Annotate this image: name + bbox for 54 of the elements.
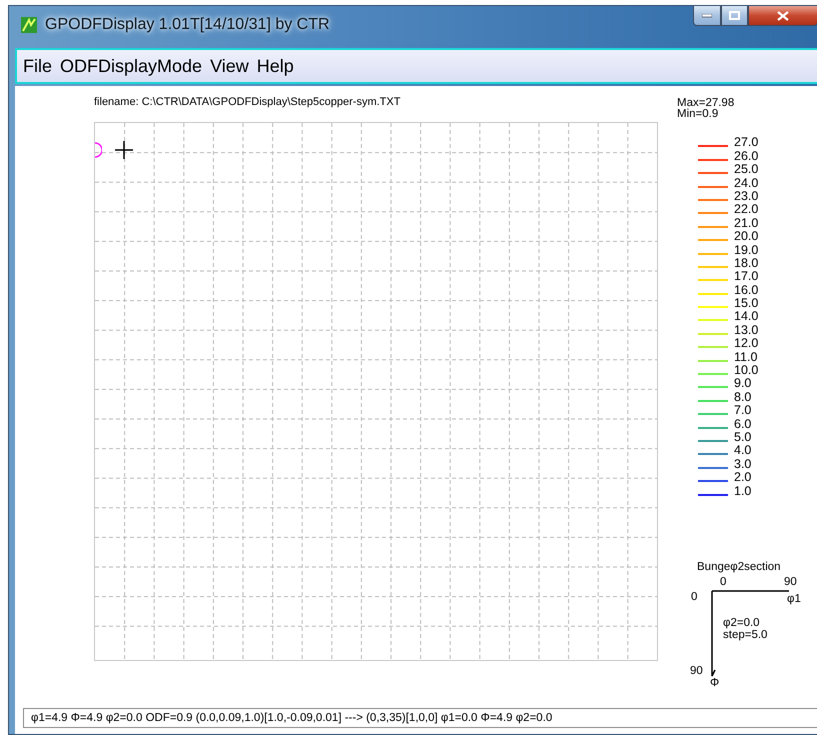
arc-mark-icon xyxy=(94,142,102,158)
legend-label: 17.0 xyxy=(734,270,758,282)
legend-label: 2.0 xyxy=(734,471,752,484)
axis-label: 0 xyxy=(720,576,726,588)
app-icon xyxy=(21,17,37,33)
legend-label: 12.0 xyxy=(734,337,758,350)
status-text: φ1=4.9 Φ=4.9 φ2=0.0 ODF=0.9 (0.0,0.09,1.0)[1.0,-0.09,0.01] ---> (0,3,35)[1,0,0] φ1=0.0 Φ=4.9 φ2=0.0 xyxy=(31,712,552,724)
menu-item[interactable]: View xyxy=(210,56,249,76)
axis-label: 90 xyxy=(784,576,797,588)
axis-label: 90 xyxy=(690,664,703,677)
axis-label: Φ xyxy=(710,676,720,689)
window-title: GPODFDisplay 1.01T[14/10/31] by CTR xyxy=(45,16,330,34)
legend-label: 7.0 xyxy=(734,404,752,416)
legend-label: 26.0 xyxy=(734,150,758,162)
legend-label: 1.0 xyxy=(734,484,752,497)
menu-item[interactable]: ODFDisplayMode xyxy=(60,56,202,76)
legend-label: 18.0 xyxy=(734,256,758,269)
section-title: Bungeφ2section xyxy=(697,560,781,573)
legend-label: 15.0 xyxy=(734,297,758,310)
legend-label: 13.0 xyxy=(734,324,758,336)
legend-label: 8.0 xyxy=(734,390,752,403)
menu-item[interactable]: Help xyxy=(256,56,294,76)
minimize-icon xyxy=(702,14,712,18)
cursor-cross-icon xyxy=(115,141,133,159)
minimize-button[interactable] xyxy=(693,6,721,26)
legend-label: 23.0 xyxy=(734,190,758,202)
legend-label: 27.0 xyxy=(734,136,758,148)
legend-label: 11.0 xyxy=(734,350,758,363)
min-value: Min=0.9 xyxy=(677,109,720,120)
legend-label: 22.0 xyxy=(734,203,758,216)
legend-label: 14.0 xyxy=(734,310,758,322)
legend-label: 9.0 xyxy=(734,377,752,390)
legend-label: 21.0 xyxy=(734,216,758,229)
step-value: step=5.0 xyxy=(723,628,768,641)
phi2-value: φ2=0.0 xyxy=(723,616,760,629)
legend-label: 19.0 xyxy=(734,244,758,256)
legend-label: 3.0 xyxy=(734,458,752,470)
filename-label: filename: C:\CTR\DATA\GPODFDisplay\Step5copper-sym.TXT xyxy=(94,96,402,110)
max-value: Max=27.98 xyxy=(677,98,736,109)
axis-label: φ1 xyxy=(787,592,801,605)
close-button[interactable] xyxy=(748,6,817,26)
legend-label: 4.0 xyxy=(734,444,752,456)
legend-label: 25.0 xyxy=(734,163,758,176)
legend-label: 6.0 xyxy=(734,418,752,430)
legend-label: 16.0 xyxy=(734,284,758,296)
legend-label: 10.0 xyxy=(734,364,758,376)
legend-label: 5.0 xyxy=(734,430,752,443)
legend-label: 20.0 xyxy=(734,230,758,242)
menu-item[interactable]: File xyxy=(23,56,52,76)
axis-label: 0 xyxy=(691,590,698,603)
legend-label: 24.0 xyxy=(734,176,758,189)
maximize-button[interactable] xyxy=(721,6,748,26)
close-icon xyxy=(777,10,789,20)
maximize-icon xyxy=(729,11,740,20)
